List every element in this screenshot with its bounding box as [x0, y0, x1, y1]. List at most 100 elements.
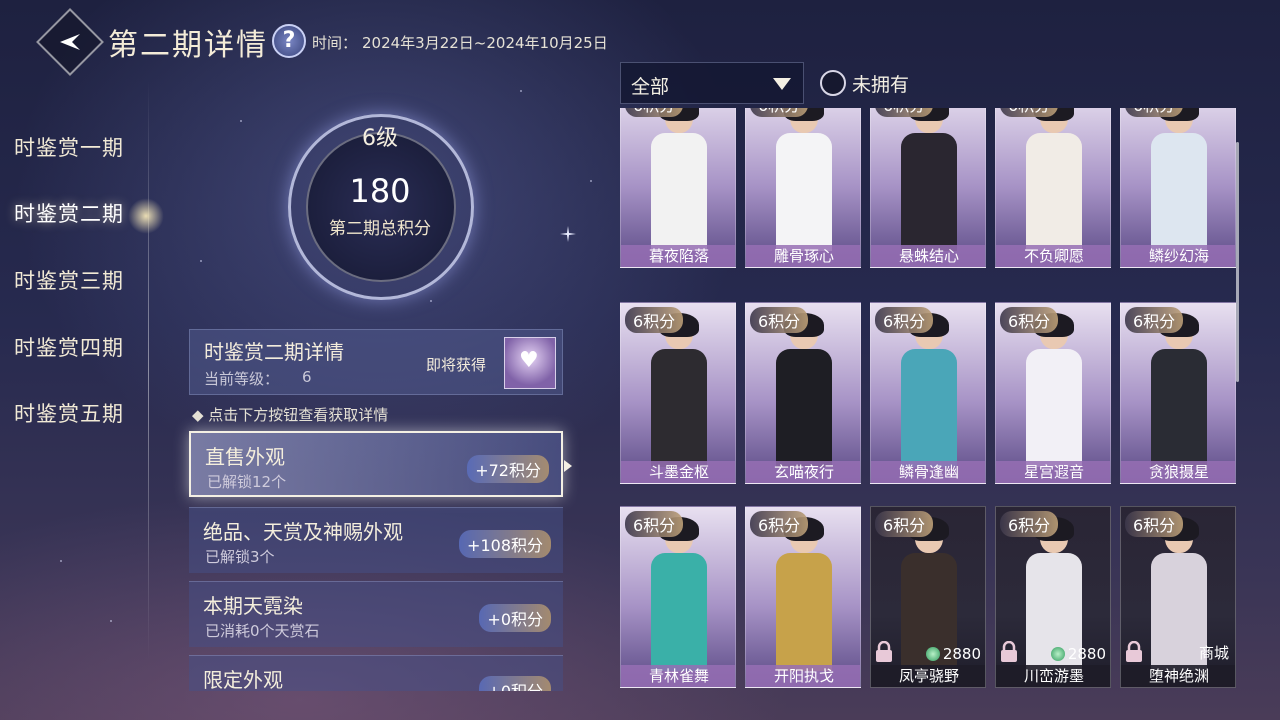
outfit-points-badge: 6积分	[1000, 307, 1059, 333]
outfit-card[interactable]: 6积分 斗墨金枢	[620, 302, 736, 484]
outfit-card[interactable]: 6积分雕骨琢心	[745, 108, 861, 268]
level-text: 6级	[362, 126, 398, 151]
outfit-character-figure	[901, 313, 957, 467]
lock-icon	[1126, 641, 1142, 662]
currency-coin-icon	[925, 647, 940, 661]
outfit-name: 不负卿愿	[996, 245, 1110, 267]
outfit-points-badge: 6积分	[1000, 511, 1059, 537]
back-button[interactable]	[36, 8, 104, 76]
outfit-character-figure	[651, 517, 707, 671]
currency-coin-icon	[1050, 647, 1065, 661]
outfit-name: 青林雀舞	[621, 665, 735, 687]
outfit-shop-label: 商城	[1198, 644, 1229, 662]
source-dye[interactable]: 本期天霓染 已消耗0个天赏石 +0积分	[189, 581, 563, 647]
outfit-character-figure	[651, 313, 707, 467]
source-points: +72积分	[467, 455, 549, 483]
outfit-character-figure	[776, 108, 832, 251]
outfit-character-figure	[776, 313, 832, 467]
outfit-card[interactable]: 6积分玄喵夜行	[745, 302, 861, 484]
source-subtitle: 已消耗0个天赏石	[205, 622, 320, 640]
outfit-grid: 6积分暮夜陷落6积分雕骨琢心6积分悬蛛结心6积分不负卿愿6积分鳞纱幻海6积分斗墨…	[618, 108, 1240, 690]
outfit-points-badge: 6积分	[750, 307, 809, 333]
outfit-name: 鳞纱幻海	[1121, 245, 1235, 267]
nav-item-period-1[interactable]: 时鉴赏一期	[14, 132, 124, 162]
source-points: +0积分	[479, 604, 551, 632]
grid-scrollbar[interactable]	[1236, 142, 1239, 382]
filter-dropdown[interactable]: 全部	[620, 62, 804, 104]
outfit-points-badge: 6积分	[875, 108, 934, 117]
upcoming-reward-thumbnail[interactable]: ♥	[504, 337, 556, 389]
sparkle-icon	[560, 226, 576, 242]
score-ring: 6级 180 第二期总积分	[270, 108, 490, 308]
upcoming-reward-label: 即将获得	[426, 356, 487, 374]
source-title: 绝品、天赏及神赐外观	[203, 520, 403, 544]
nav-divider	[148, 80, 149, 660]
outfit-character-figure	[1151, 313, 1207, 467]
lock-icon	[1001, 641, 1017, 662]
outfit-points-badge: 6积分	[1000, 108, 1059, 117]
total-score: 180	[349, 172, 411, 210]
hint-text: ◆ 点击下方按钮查看获取详情	[192, 406, 389, 424]
nav-item-period-4[interactable]: 时鉴赏四期	[14, 332, 124, 362]
source-limited-outfits[interactable]: 限定外观 +0积分	[189, 655, 563, 691]
outfit-card[interactable]: 6积分鳞骨逢幽	[870, 302, 986, 484]
outfit-card[interactable]: 6积分鳞纱幻海	[1120, 108, 1236, 268]
outfit-card[interactable]: 6积分不负卿愿	[995, 108, 1111, 268]
source-premium-outfits[interactable]: 绝品、天赏及神赐外观 已解锁3个 +108积分	[189, 507, 563, 573]
back-arrow-icon	[60, 34, 80, 50]
outfit-points-badge: 6积分	[625, 108, 684, 117]
outfit-points-badge: 6积分	[625, 511, 684, 537]
outfit-name: 雕骨琢心	[746, 245, 860, 267]
outfit-character-figure	[651, 108, 707, 251]
current-level-label: 当前等级：	[204, 370, 280, 388]
source-points: +0积分	[479, 676, 551, 691]
outfit-card[interactable]: 6积分青林雀舞	[620, 506, 736, 688]
active-source-arrow-icon	[564, 460, 572, 472]
outfit-name: 悬蛛结心	[871, 245, 985, 267]
source-direct-sale[interactable]: 直售外观 已解锁12个 +72积分	[189, 431, 563, 497]
price-value: 2880	[942, 645, 981, 663]
detail-card: 时鉴赏二期详情 当前等级： 6 即将获得 ♥	[189, 329, 563, 395]
outfit-character-figure	[1026, 313, 1082, 467]
source-subtitle: 已解锁12个	[207, 473, 287, 491]
source-subtitle: 已解锁3个	[205, 548, 275, 566]
outfit-card[interactable]: 6积分星宫遐音	[995, 302, 1111, 484]
unowned-label: 未拥有	[852, 74, 910, 96]
help-button[interactable]: ?	[272, 24, 306, 58]
outfit-name: 凤亭骁野	[871, 665, 985, 687]
outfit-name: 玄喵夜行	[746, 461, 860, 483]
period-value: 2024年3月22日~2024年10月25日	[362, 34, 608, 52]
price-value: 2880	[1067, 645, 1106, 663]
outfit-name: 川峦游墨	[996, 665, 1110, 687]
total-score-label: 第二期总积分	[329, 219, 431, 239]
nav-item-period-5[interactable]: 时鉴赏五期	[14, 398, 124, 428]
outfit-name: 贪狼摄星	[1121, 461, 1235, 483]
outfit-name: 开阳执戈	[746, 665, 860, 687]
outfit-name: 星宫遐音	[996, 461, 1110, 483]
outfit-character-figure	[1151, 108, 1207, 251]
outfit-card[interactable]: 6积分悬蛛结心	[870, 108, 986, 268]
outfit-points-badge: 6积分	[875, 307, 934, 333]
outfit-name: 鳞骨逢幽	[871, 461, 985, 483]
outfit-points-badge: 6积分	[1125, 307, 1184, 333]
outfit-name: 堕神绝渊	[1121, 665, 1235, 687]
lock-icon	[876, 641, 892, 662]
outfit-card[interactable]: 6积分 2880 凤亭骁野	[870, 506, 986, 688]
source-points: +108积分	[459, 530, 551, 558]
outfit-points-badge: 6积分	[625, 307, 684, 333]
source-title: 限定外观	[203, 668, 283, 691]
page-title: 第二期详情	[108, 28, 268, 63]
outfit-card[interactable]: 6积分 2880 川峦游墨	[995, 506, 1111, 688]
outfit-price: 2880	[925, 645, 981, 663]
unowned-toggle[interactable]	[820, 70, 846, 96]
nav-item-period-3[interactable]: 时鉴赏三期	[14, 265, 124, 295]
outfit-character-figure	[1026, 108, 1082, 251]
question-icon: ?	[282, 28, 296, 53]
outfit-card[interactable]: 6积分 商城 堕神绝渊	[1120, 506, 1236, 688]
outfit-points-badge: 6积分	[750, 108, 809, 117]
outfit-card[interactable]: 6积分 开阳执戈	[745, 506, 861, 688]
outfit-card[interactable]: 6积分贪狼摄星	[1120, 302, 1236, 484]
outfit-points-badge: 6积分	[1125, 108, 1184, 117]
nav-item-period-2[interactable]: 时鉴赏二期	[14, 198, 124, 228]
outfit-card[interactable]: 6积分暮夜陷落	[620, 108, 736, 268]
